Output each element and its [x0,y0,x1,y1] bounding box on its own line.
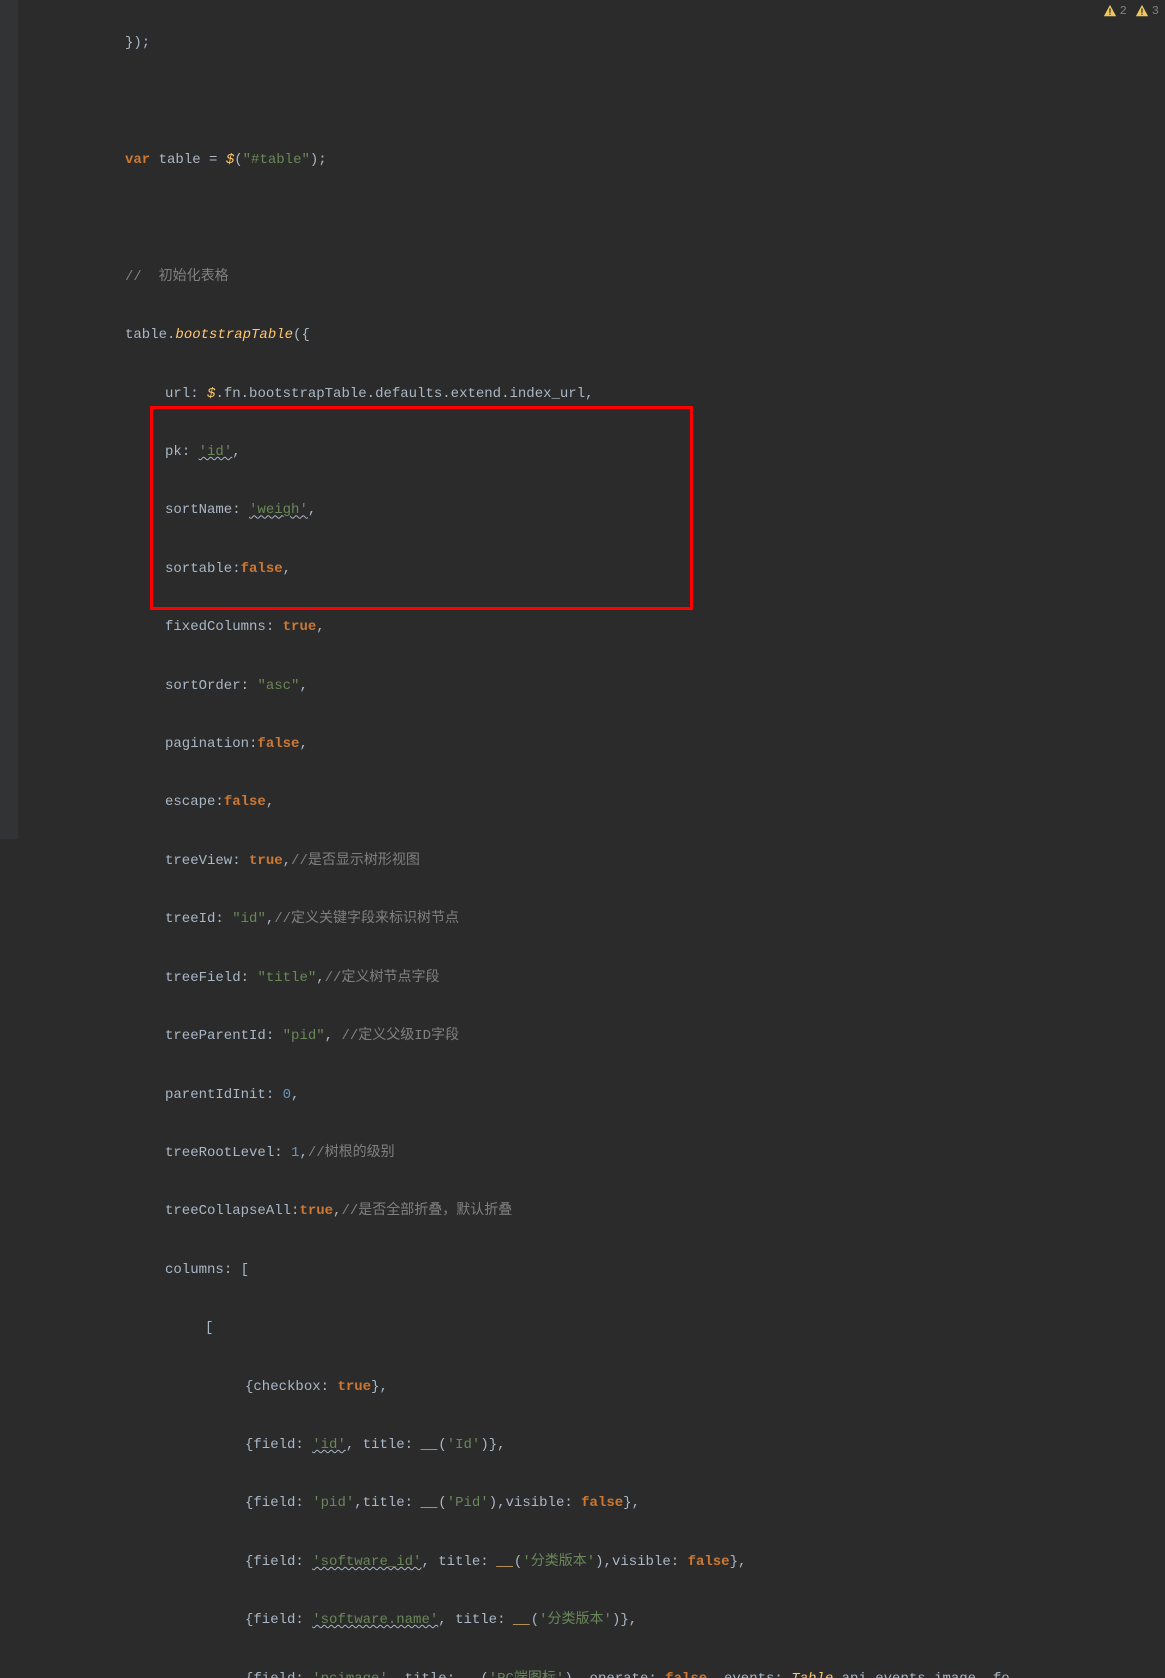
code-editor[interactable]: }); var table = $("#table"); // 初始化表格 ta… [0,0,1165,1678]
code-text: }); [125,35,150,51]
